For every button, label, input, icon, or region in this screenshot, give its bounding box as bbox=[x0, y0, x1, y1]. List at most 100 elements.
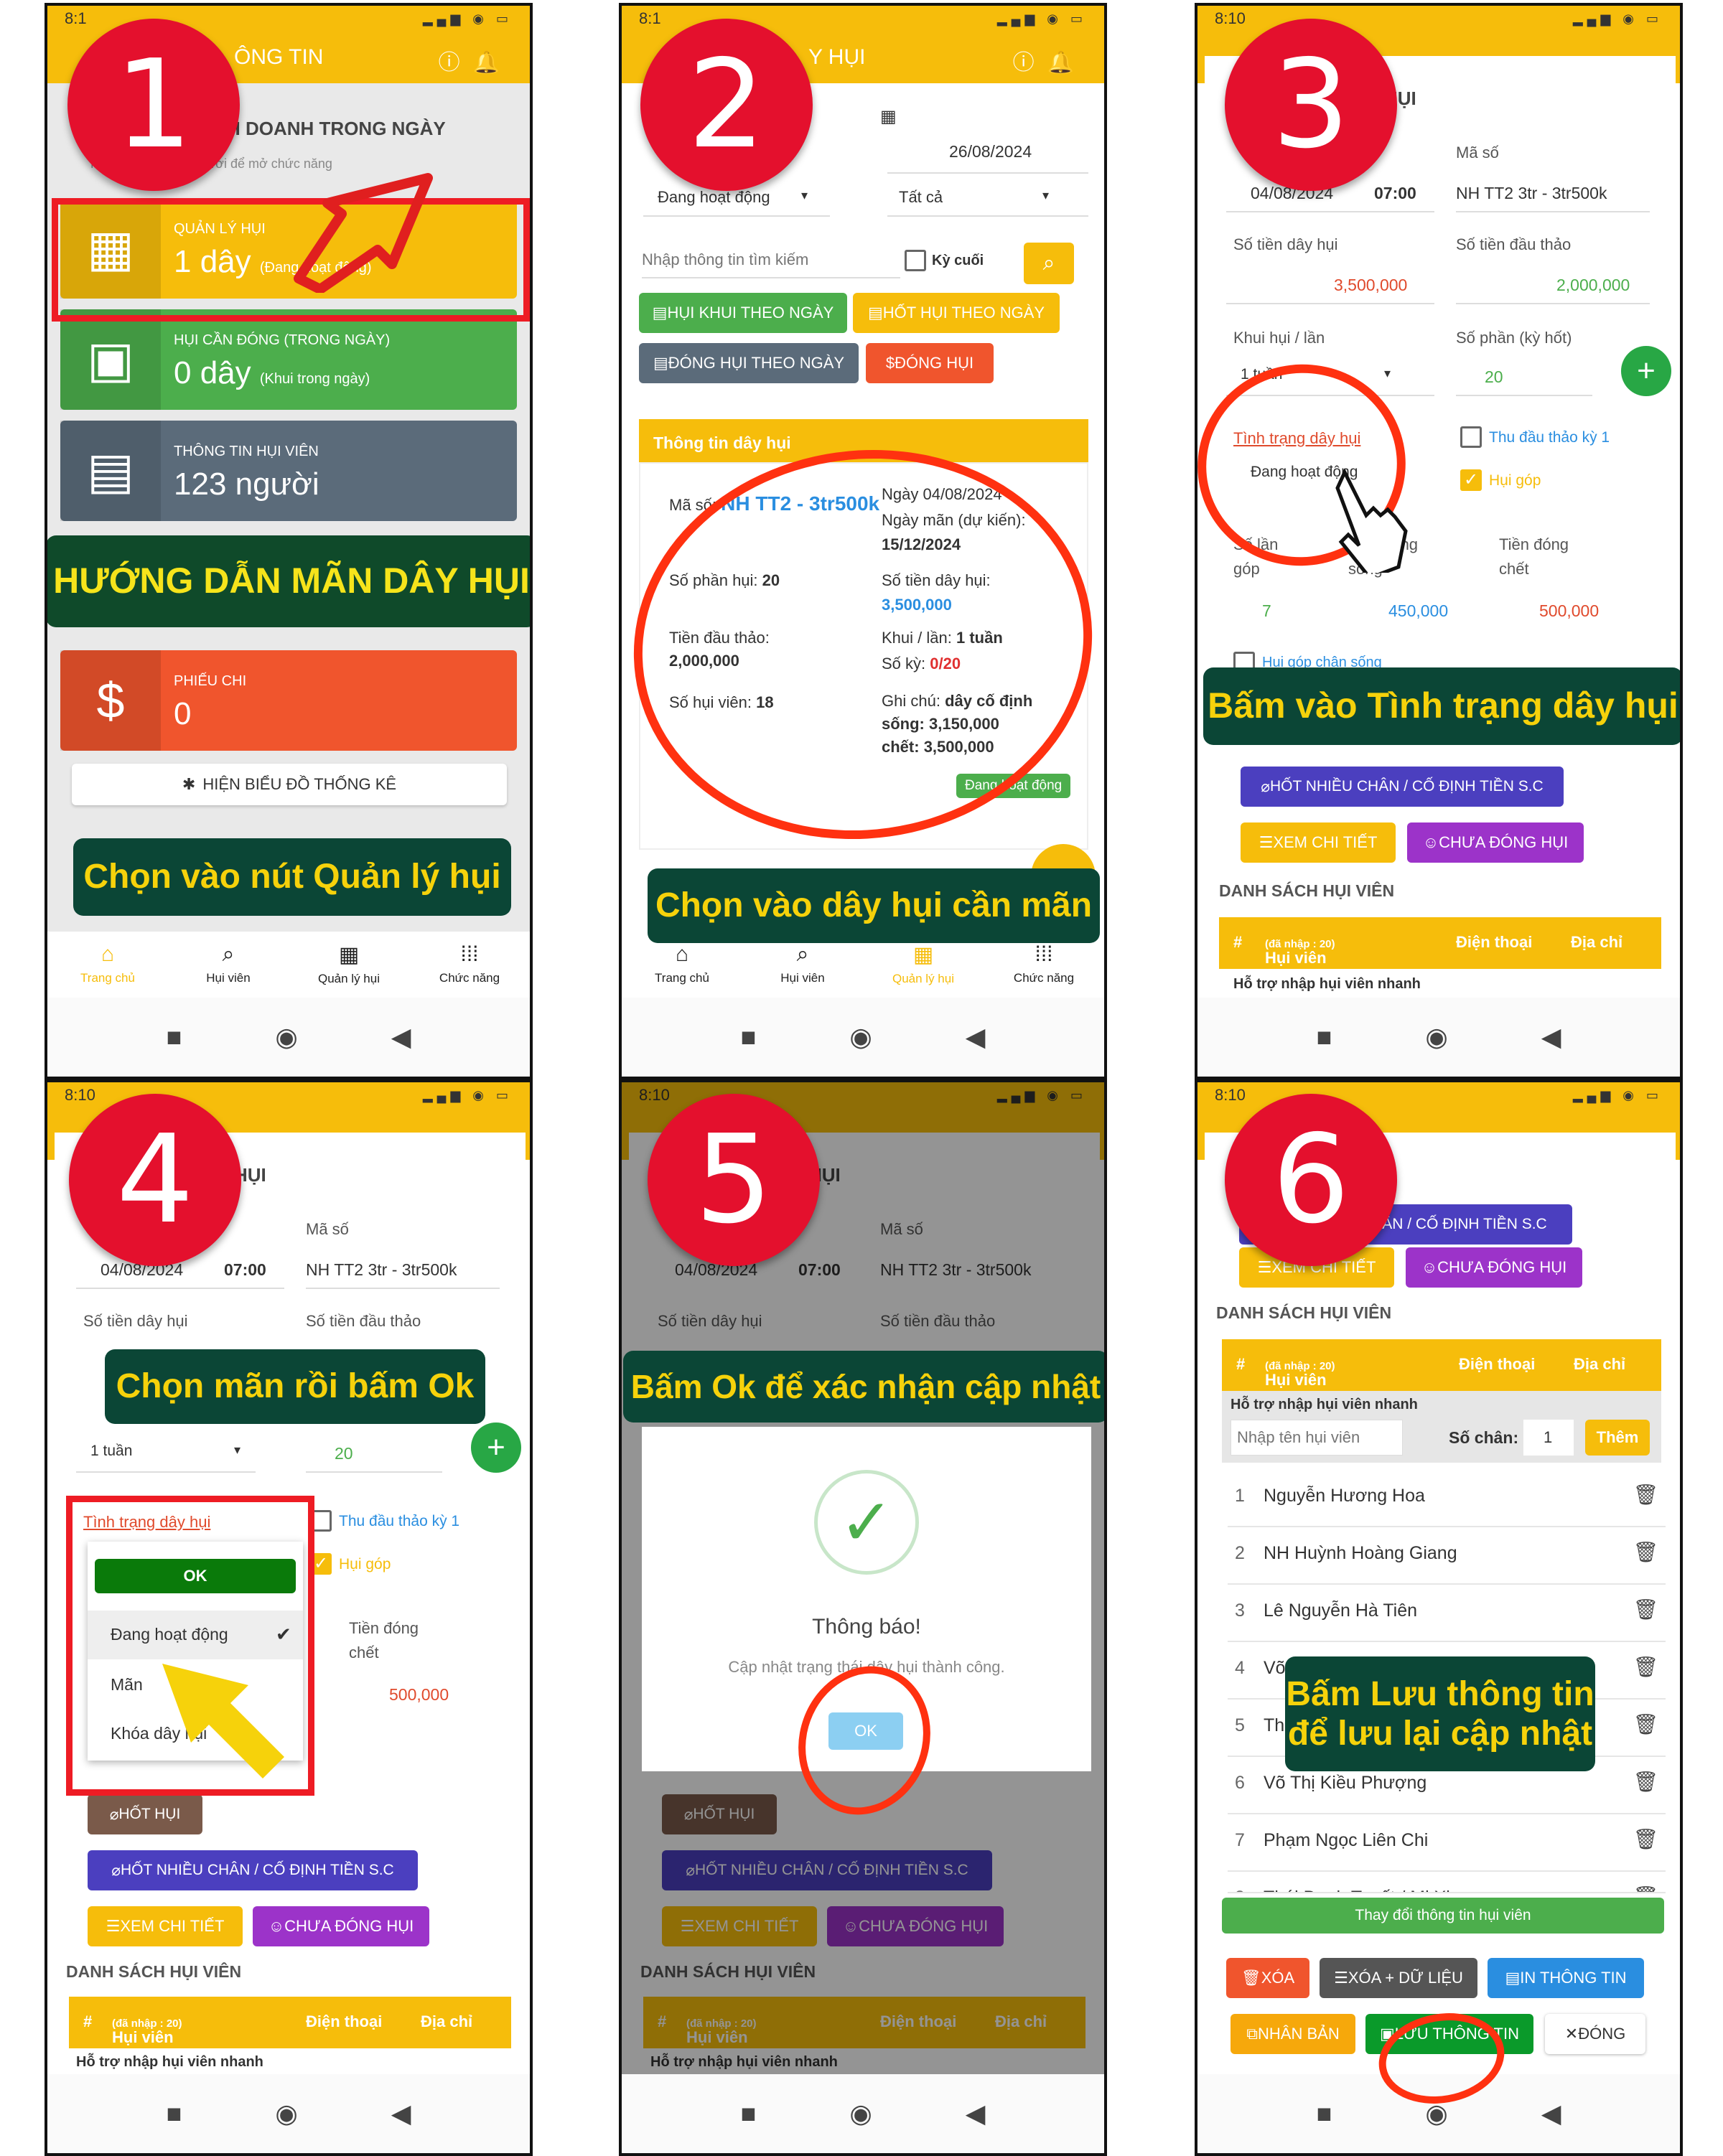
them-button[interactable]: Thêm bbox=[1585, 1420, 1650, 1456]
tile-phieu-chi[interactable]: $ PHIẾU CHI 0 bbox=[60, 650, 517, 751]
xoa-button[interactable]: 🗑 XÓA bbox=[1226, 1958, 1309, 1998]
ma-so-field[interactable]: NH TT2 3tr - 3tr500k bbox=[1456, 184, 1607, 203]
bell-icon[interactable]: 🔔 bbox=[1047, 51, 1087, 75]
trash-icon[interactable]: 🗑 bbox=[1633, 1712, 1658, 1736]
change-info-button[interactable]: Thay đổi thông tin hụi viên bbox=[1222, 1898, 1664, 1934]
type-filter-select[interactable]: Tất cả bbox=[899, 188, 943, 207]
nav-hui-vien[interactable]: ⌕ Hụi viên bbox=[174, 942, 282, 985]
tien-chet-field[interactable]: 500,000 bbox=[1539, 601, 1599, 621]
dialog-title: Thông báo! bbox=[812, 1615, 921, 1639]
dau-thao-field[interactable]: 2,000,000 bbox=[1556, 276, 1630, 295]
tien-song-field[interactable]: 450,000 bbox=[1388, 601, 1448, 621]
in-thong-tin-button[interactable]: ▤ IN THÔNG TIN bbox=[1488, 1958, 1644, 1998]
chua-dong-hui-button[interactable]: ☺ CHƯA ĐÓNG HỤI bbox=[1406, 1247, 1582, 1288]
member-name: Thái Danh Tuyết / Mi Xi bbox=[1264, 1888, 1450, 1892]
recents-icon[interactable]: ■ bbox=[741, 1022, 757, 1052]
help-icon[interactable]: ⓘ bbox=[1013, 51, 1047, 75]
tile-thong-tin-hui-vien[interactable]: ▤ THÔNG TIN HỤI VIÊN 123 người bbox=[60, 421, 517, 521]
list-item[interactable]: 2 NH Huỳnh Hoàng Giang 🗑 bbox=[1228, 1527, 1666, 1585]
khui-select[interactable]: 1 tuần bbox=[90, 1443, 132, 1460]
recents-icon[interactable]: ■ bbox=[1317, 2099, 1332, 2129]
system-nav-bar: ■ ◉ ◀ bbox=[1197, 998, 1680, 1077]
ma-so-field[interactable]: NH TT2 3tr - 3tr500k bbox=[306, 1260, 457, 1280]
chevron-down-icon: ▾ bbox=[234, 1443, 241, 1457]
recents-icon[interactable]: ■ bbox=[167, 2099, 182, 2129]
back-icon[interactable]: ◀ bbox=[1541, 1022, 1561, 1052]
nav-chuc-nang[interactable]: ⁞⁞⁞ Chức năng bbox=[990, 942, 1098, 985]
nhan-ban-button[interactable]: ⧉ NHÂN BẢN bbox=[1231, 2014, 1355, 2054]
time-field[interactable]: 07:00 bbox=[224, 1260, 266, 1280]
search-input[interactable] bbox=[642, 243, 900, 278]
trash-icon[interactable]: 🗑 bbox=[1633, 1770, 1658, 1794]
hui-khui-button[interactable]: ▤ HỤI KHUI THEO NGÀY bbox=[639, 293, 847, 333]
dong-button[interactable]: ✕ ĐÓNG bbox=[1545, 2014, 1645, 2054]
recents-icon[interactable]: ■ bbox=[741, 2099, 757, 2129]
dong-hui-button[interactable]: $ ĐÓNG HỤI bbox=[866, 343, 994, 383]
nav-trang-chu[interactable]: ⌂ Trang chủ bbox=[628, 942, 736, 985]
nav-hui-vien[interactable]: ⌕ Hụi viên bbox=[749, 942, 856, 985]
so-lan-field[interactable]: 7 bbox=[1262, 601, 1271, 621]
tien-chet-field[interactable]: 500,000 bbox=[389, 1685, 449, 1705]
back-icon[interactable]: ◀ bbox=[391, 1022, 411, 1052]
trash-icon[interactable]: 🗑 bbox=[1633, 1655, 1658, 1679]
dong-hui-theo-ngay-button[interactable]: ▤ ĐÓNG HỤI THEO NGÀY bbox=[639, 343, 859, 383]
add-button[interactable]: + bbox=[471, 1423, 521, 1473]
chua-dong-hui-button[interactable]: ☺ CHƯA ĐÓNG HỤI bbox=[253, 1906, 429, 1946]
help-icon[interactable]: ⓘ bbox=[439, 51, 473, 75]
status-filter-select[interactable]: Đang hoạt động bbox=[658, 188, 770, 207]
hot-hui-button[interactable]: ▤ HỐT HỤI THEO NGÀY bbox=[853, 293, 1060, 333]
hot-hui-button[interactable]: ⌀ HỐT HỤI bbox=[88, 1794, 202, 1834]
member-name-input[interactable] bbox=[1231, 1420, 1403, 1456]
so-tien-field[interactable]: 3,500,000 bbox=[1334, 276, 1407, 295]
trash-icon[interactable]: 🗑 bbox=[1633, 1540, 1658, 1564]
home-circle-icon[interactable]: ◉ bbox=[275, 2099, 297, 2129]
search-button[interactable]: ⌕ bbox=[1024, 243, 1074, 284]
home-circle-icon[interactable]: ◉ bbox=[849, 2099, 872, 2129]
bell-icon[interactable]: 🔔 bbox=[473, 51, 513, 75]
col-header: # bbox=[1236, 1355, 1246, 1373]
list-item[interactable]: 3 Lê Nguyễn Hà Tiên 🗑 bbox=[1228, 1585, 1666, 1642]
thu-dau-thao-checkbox[interactable] bbox=[1460, 426, 1482, 448]
xem-chi-tiet-button[interactable]: ☰ XEM CHI TIẾT bbox=[1241, 822, 1396, 863]
step-badge-2: 2 bbox=[640, 19, 813, 191]
home-circle-icon[interactable]: ◉ bbox=[1425, 1022, 1447, 1052]
trash-icon[interactable]: 🗑 bbox=[1633, 1598, 1658, 1621]
signal-wifi-battery-icon: ▂▄▆ ◉ ▭ bbox=[422, 11, 513, 26]
hot-nhieu-chan-button[interactable]: ⌀ HỐT NHIỀU CHÂN / CỐ ĐỊNH TIỀN S.C bbox=[88, 1850, 418, 1890]
list-item[interactable]: 7 Phạm Ngọc Liên Chi 🗑 bbox=[1228, 1814, 1666, 1872]
back-icon[interactable]: ◀ bbox=[966, 1022, 986, 1052]
nav-quan-ly-hui[interactable]: ▦ Quản lý hụi bbox=[295, 942, 403, 986]
hui-gop-checkbox[interactable]: ✓ bbox=[1460, 469, 1482, 491]
so-phan-field[interactable]: 20 bbox=[335, 1444, 353, 1463]
list-item[interactable]: 1 Nguyễn Hương Hoa 🗑 bbox=[1228, 1470, 1666, 1527]
ds-title: DANH SÁCH HỤI VIÊN bbox=[1219, 881, 1395, 900]
so-phan-field[interactable]: 20 bbox=[1485, 367, 1503, 387]
label: Số tiền dây hụi bbox=[1233, 235, 1338, 253]
so-chan-input[interactable]: 1 bbox=[1523, 1420, 1574, 1456]
home-circle-icon[interactable]: ◉ bbox=[849, 1022, 872, 1052]
back-icon[interactable]: ◀ bbox=[966, 2099, 986, 2129]
list-item[interactable]: 8 Thái Danh Tuyết / Mi Xi 🗑 bbox=[1228, 1872, 1666, 1893]
recents-icon[interactable]: ■ bbox=[1317, 1022, 1332, 1052]
add-button[interactable]: + bbox=[1621, 346, 1671, 396]
row-number: 6 bbox=[1235, 1773, 1245, 1793]
nav-chuc-nang[interactable]: ⁞⁞⁞ Chức năng bbox=[416, 942, 523, 985]
back-icon[interactable]: ◀ bbox=[1541, 2099, 1561, 2129]
time-field[interactable]: 07:00 bbox=[1374, 184, 1416, 203]
xoa-du-lieu-button[interactable]: ☰ XÓA + DỮ LIỆU bbox=[1320, 1958, 1477, 1998]
trash-icon[interactable]: 🗑 bbox=[1633, 1483, 1658, 1506]
xem-chi-tiet-button[interactable]: ☰ XEM CHI TIẾT bbox=[88, 1906, 243, 1946]
hot-nhieu-chan-button[interactable]: ⌀ HỐT NHIỀU CHÂN / CỐ ĐỊNH TIỀN S.C bbox=[1241, 767, 1564, 807]
home-circle-icon[interactable]: ◉ bbox=[275, 1022, 297, 1052]
last-period-checkbox[interactable] bbox=[905, 250, 926, 271]
nav-trang-chu[interactable]: ⌂ Trang chủ bbox=[54, 942, 162, 985]
chua-dong-hui-button[interactable]: ☺ CHƯA ĐÓNG HỤI bbox=[1407, 822, 1584, 863]
tile-hui-can-dong[interactable]: ▣ HỤI CẦN ĐÓNG (TRONG NGÀY) 0 dây (Khui tr… bbox=[60, 309, 517, 410]
recents-icon[interactable]: ■ bbox=[167, 1022, 182, 1052]
chart-toggle-button[interactable]: ✱ HIỆN BIỂU ĐỒ THỐNG KÊ bbox=[72, 764, 507, 805]
nav-quan-ly-hui[interactable]: ▦ Quản lý hụi bbox=[869, 942, 977, 986]
trash-icon[interactable]: 🗑 bbox=[1633, 1885, 1658, 1892]
trash-icon[interactable]: 🗑 bbox=[1633, 1827, 1658, 1851]
date-to-field[interactable]: 26/08/2024 bbox=[949, 142, 1032, 161]
back-icon[interactable]: ◀ bbox=[391, 2099, 411, 2129]
